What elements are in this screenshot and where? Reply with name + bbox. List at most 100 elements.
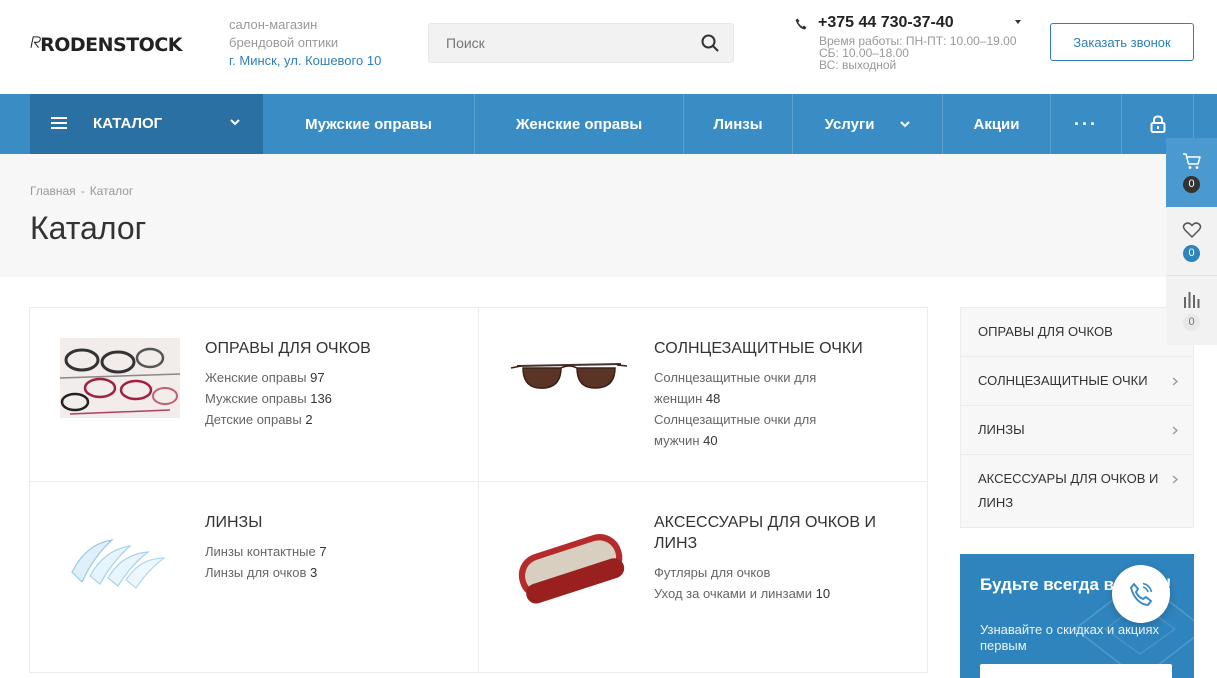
glasses-case-image[interactable] [509, 520, 629, 610]
slogan: салон-магазин брендовой оптики г. Минск,… [229, 16, 381, 70]
subcategory-list: Футляры для очков Уход за очками и линза… [654, 562, 854, 604]
callback-fab[interactable] [1112, 565, 1170, 623]
subcategory-link[interactable]: Детские оправы 2 [205, 409, 405, 430]
subcategory-count: 136 [310, 391, 332, 406]
sidebar-item-frames[interactable]: ОПРАВЫ ДЛЯ ОЧКОВ [961, 308, 1193, 357]
category-title[interactable]: ЛИНЗЫ [205, 512, 455, 533]
subcategory-count: 7 [319, 544, 327, 559]
slogan-line: салон-магазин [229, 17, 318, 32]
category-card-sunglasses: СОЛНЦЕЗАЩИТНЫЕ ОЧКИ Солнцезащитные очки … [479, 308, 927, 482]
subcategory-list: Женские оправы 97 Мужские оправы 136 Дет… [205, 367, 405, 430]
subscribe-email-input[interactable] [980, 664, 1172, 678]
sidebar-item-label: ЛИНЗЫ [978, 422, 1025, 437]
category-title[interactable]: АКСЕССУАРЫ ДЛЯ ОЧКОВ И ЛИНЗ [654, 512, 904, 554]
breadcrumb-separator: - [80, 184, 85, 198]
favorites-button[interactable]: 0 [1166, 207, 1217, 276]
nav-item-mens-frames[interactable]: Мужские оправы [263, 94, 474, 154]
nav-item-label: Линзы [713, 115, 763, 133]
cart-count-badge: 0 [1183, 176, 1200, 193]
category-card-lenses: ЛИНЗЫ Линзы контактные 7 Линзы для очков… [30, 482, 479, 672]
more-icon: ··· [1074, 113, 1098, 134]
category-card-frames: ОПРАВЫ ДЛЯ ОЧКОВ Женские оправы 97 Мужск… [30, 308, 479, 482]
category-title[interactable]: СОЛНЦЕЗАЩИТНЫЕ ОЧКИ [654, 338, 904, 359]
chevron-down-icon [230, 119, 240, 126]
nav-catalog[interactable]: КАТАЛОГ [30, 94, 263, 154]
frames-image[interactable] [60, 338, 180, 418]
breadcrumb: Главная - Каталог [30, 184, 133, 198]
nav-item-label: Женские оправы [515, 115, 643, 133]
subcategory-link[interactable]: Женские оправы 97 [205, 367, 405, 388]
page-header: Главная - Каталог Каталог [0, 154, 1217, 277]
search-input[interactable] [429, 24, 689, 62]
chevron-right-icon [1172, 377, 1178, 386]
nav-item-label: Акции [973, 115, 1020, 133]
subcategory-count: 10 [815, 586, 831, 601]
phone-icon [1130, 582, 1153, 606]
subcategory-label: Линзы для очков [205, 565, 307, 580]
phone-dropdown-icon[interactable] [1015, 20, 1021, 24]
nav-catalog-label: КАТАЛОГ [93, 115, 163, 132]
subcategory-label: Детские оправы [205, 412, 302, 427]
promo-text: Узнавайте о скидках и акциях первым [980, 622, 1160, 653]
heart-icon [1182, 222, 1201, 238]
nav-item-promotions[interactable]: Акции [942, 94, 1050, 154]
subcategory-link[interactable]: Мужские оправы 136 [205, 388, 405, 409]
menu-icon [51, 117, 67, 129]
sidebar-item-sunglasses[interactable]: СОЛНЦЕЗАЩИТНЫЕ ОЧКИ [961, 357, 1193, 406]
cart-icon [1182, 153, 1201, 169]
subcategory-label: Солнцезащитные очки для мужчин [654, 412, 817, 448]
subcategory-label: Линзы контактные [205, 544, 316, 559]
page-title: Каталог [30, 210, 147, 246]
phone-number[interactable]: +375 44 730-37-40 [818, 14, 954, 32]
sidebar-item-lenses[interactable]: ЛИНЗЫ [961, 406, 1193, 455]
chevron-down-icon [900, 121, 911, 128]
category-title[interactable]: ОПРАВЫ ДЛЯ ОЧКОВ [205, 338, 455, 359]
hours-line: ВС: выходной [819, 58, 897, 72]
lock-icon [1150, 115, 1165, 133]
subcategory-link[interactable]: Линзы контактные 7 [205, 541, 405, 562]
compare-button[interactable]: 0 [1166, 276, 1217, 345]
favorites-count-badge: 0 [1183, 245, 1200, 262]
subcategory-link[interactable]: Солнцезащитные очки для мужчин 40 [654, 409, 854, 451]
chevron-right-icon [1172, 426, 1178, 435]
contact-lenses-image[interactable] [60, 512, 180, 592]
sunglasses-image[interactable] [509, 338, 629, 418]
working-hours: Время работы: ПН-ПТ: 10.00–19.00 СБ: 10.… [819, 35, 1017, 71]
callback-button[interactable]: Заказать звонок [1050, 23, 1194, 61]
subcategory-count: 2 [305, 412, 313, 427]
cart-button[interactable]: 0 [1166, 138, 1217, 207]
search-icon[interactable] [701, 34, 719, 52]
sidebar-item-accessories[interactable]: АКСЕССУАРЫ ДЛЯ ОЧКОВ И ЛИНЗ [961, 455, 1193, 527]
subcategory-link[interactable]: Линзы для очков 3 [205, 562, 405, 583]
chevron-right-icon [1172, 475, 1178, 484]
subcategory-count: 40 [703, 433, 718, 448]
nav-item-more[interactable]: ··· [1050, 94, 1121, 154]
subcategory-link[interactable]: Футляры для очков [654, 562, 854, 583]
nav-item-lenses[interactable]: Линзы [683, 94, 792, 154]
sidebar-item-label: СОЛНЦЕЗАЩИТНЫЕ ОЧКИ [978, 373, 1148, 388]
subcategory-link[interactable]: Солнцезащитные очки для женщин 48 [654, 367, 854, 409]
nav-item-services[interactable]: Услуги [792, 94, 942, 154]
breadcrumb-current: Каталог [89, 184, 134, 198]
floating-panel: 0 0 0 [1166, 138, 1217, 345]
nav-item-label: Услуги [824, 115, 875, 133]
subcategory-count: 3 [310, 565, 318, 580]
subcategory-link[interactable]: Уход за очками и линзами 10 [654, 583, 854, 604]
category-card-accessories: АКСЕССУАРЫ ДЛЯ ОЧКОВ И ЛИНЗ Футляры для … [479, 482, 927, 672]
subcategory-label: Футляры для очков [654, 565, 771, 580]
subcategory-label: Женские оправы [205, 370, 307, 385]
logo-text: RODENSTOCK [40, 34, 182, 56]
search-box [428, 23, 734, 63]
subcategory-count: 48 [705, 391, 721, 406]
sidebar-item-label: ОПРАВЫ ДЛЯ ОЧКОВ [978, 324, 1113, 339]
breadcrumb-home[interactable]: Главная [30, 184, 76, 198]
address-link[interactable]: г. Минск, ул. Кошевого 10 [229, 52, 381, 70]
subcategory-count: 97 [310, 370, 325, 385]
compare-count-badge: 0 [1183, 314, 1200, 331]
logo[interactable]: RODENSTOCK [30, 22, 182, 62]
nav-item-womens-frames[interactable]: Женские оправы [474, 94, 683, 154]
subcategory-label: Уход за очками и линзами [654, 586, 812, 601]
subcategory-label: Мужские оправы [205, 391, 307, 406]
catalog-grid: ОПРАВЫ ДЛЯ ОЧКОВ Женские оправы 97 Мужск… [29, 307, 928, 673]
subcategory-list: Линзы контактные 7 Линзы для очков 3 [205, 541, 405, 583]
